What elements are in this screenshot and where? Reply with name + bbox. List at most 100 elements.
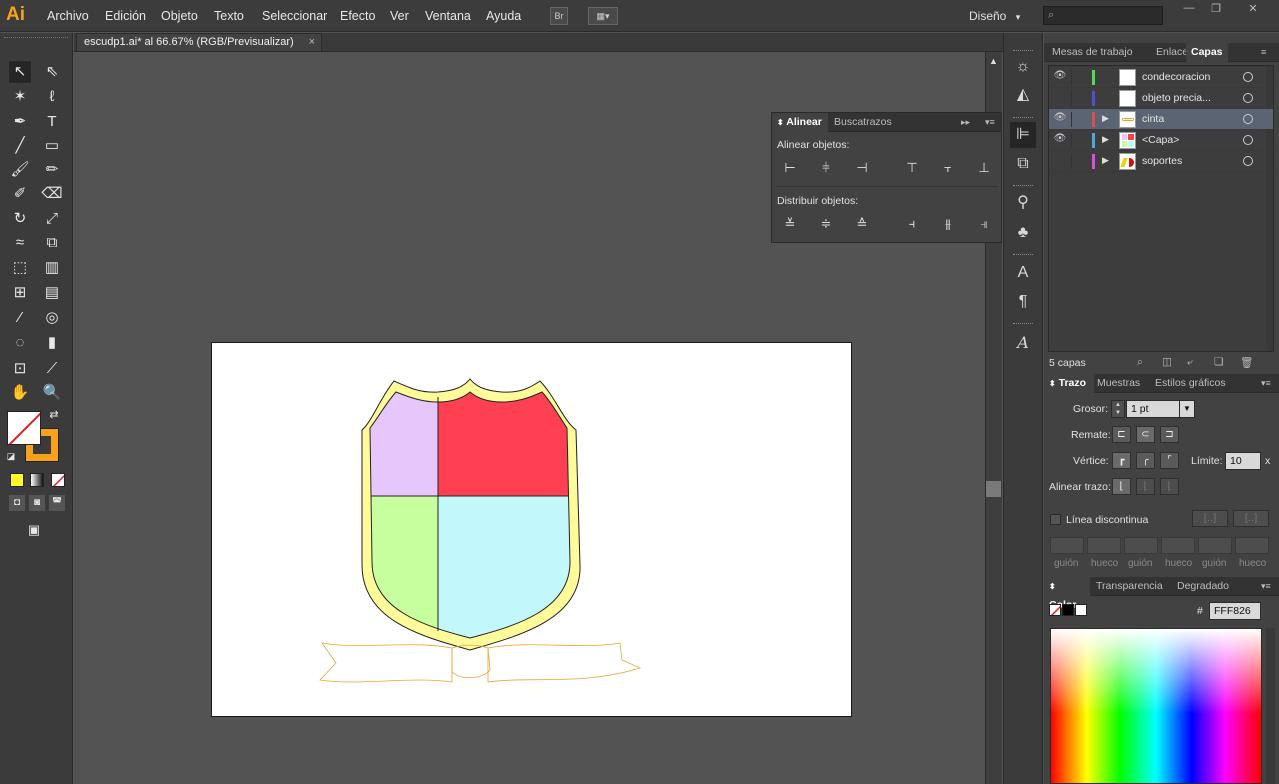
symbols-panel-icon[interactable]: ♣ bbox=[1010, 220, 1036, 246]
expand-triangle-icon[interactable]: ▶ bbox=[1102, 155, 1109, 166]
layer-row[interactable]: 👁 ▶ cinta bbox=[1049, 109, 1273, 130]
tab-mesas-de-trabajo[interactable]: Mesas de trabajo bbox=[1047, 43, 1138, 62]
lock-toggle[interactable] bbox=[1071, 70, 1085, 85]
dash-input[interactable] bbox=[1050, 537, 1084, 554]
dash-input[interactable] bbox=[1198, 537, 1232, 554]
appearance-panel-icon[interactable]: ☼ bbox=[1010, 54, 1036, 80]
color-spectrum[interactable] bbox=[1050, 628, 1262, 784]
align-left-icon[interactable]: ⊢ bbox=[780, 159, 800, 177]
tab-transparencia[interactable]: Transparencia bbox=[1091, 577, 1168, 596]
miter-join-icon[interactable]: ┏ bbox=[1112, 452, 1131, 469]
tab-color[interactable]: ⬍ Color bbox=[1044, 577, 1090, 611]
lock-toggle[interactable] bbox=[1071, 154, 1085, 169]
preserve-dash-icon[interactable]: [‥] bbox=[1192, 510, 1228, 527]
dash-label: guión bbox=[1128, 558, 1153, 569]
lock-toggle[interactable] bbox=[1071, 112, 1085, 127]
target-circle-icon[interactable] bbox=[1243, 114, 1253, 124]
distribute-horizontal-center-icon[interactable]: ⫵ bbox=[938, 215, 958, 233]
gap-input[interactable] bbox=[1087, 537, 1121, 554]
tab-capas[interactable]: Capas bbox=[1186, 43, 1228, 62]
target-circle-icon[interactable] bbox=[1243, 156, 1253, 166]
collapse-panel-icon[interactable]: ▸▸ bbox=[956, 113, 975, 132]
dash-input[interactable] bbox=[1124, 537, 1158, 554]
distribute-bottom-icon[interactable]: ≙ bbox=[852, 215, 872, 233]
tab-buscatrazos[interactable]: Buscatrazos bbox=[829, 113, 897, 132]
none-swatch[interactable] bbox=[1049, 604, 1061, 616]
hex-color-input[interactable]: FFF826 bbox=[1209, 602, 1261, 620]
make-clipping-mask-icon[interactable]: ◫ bbox=[1162, 356, 1172, 368]
weight-dropdown[interactable]: ▼ bbox=[1179, 400, 1195, 418]
white-swatch[interactable] bbox=[1075, 604, 1087, 616]
align-objects-label: Alinear objetos: bbox=[777, 139, 850, 151]
align-dash-icon[interactable]: [‥] bbox=[1233, 510, 1269, 527]
align-stroke-center-icon[interactable]: ⌊ bbox=[1112, 478, 1131, 495]
paragraph-panel-icon[interactable]: ¶ bbox=[1010, 289, 1036, 315]
panel-menu-icon[interactable]: ▾≡ bbox=[1256, 577, 1276, 596]
tab-muestras[interactable]: Muestras bbox=[1092, 374, 1145, 393]
butt-cap-icon[interactable]: ⊏ bbox=[1112, 426, 1131, 443]
expand-triangle-icon[interactable]: ▶ bbox=[1102, 113, 1109, 124]
layer-row[interactable]: ▶ soportes bbox=[1049, 151, 1273, 172]
panel-menu-icon[interactable]: ▾≡ bbox=[980, 113, 1000, 132]
black-swatch[interactable] bbox=[1062, 604, 1074, 616]
gap-input[interactable] bbox=[1161, 537, 1195, 554]
distribute-left-icon[interactable]: ⫞ bbox=[902, 215, 922, 233]
align-vertical-center-icon[interactable]: ⫟ bbox=[938, 159, 958, 177]
opentype-panel-icon[interactable]: A bbox=[1010, 330, 1036, 356]
target-circle-icon[interactable] bbox=[1243, 93, 1253, 103]
tab-alinear[interactable]: ⬍ Alinear bbox=[772, 113, 828, 132]
align-stroke-inside-icon[interactable]: ⌊ bbox=[1136, 478, 1155, 495]
align-top-icon[interactable]: ⊤ bbox=[902, 159, 922, 177]
pathfinder-panel-icon[interactable]: ⧉ bbox=[1010, 151, 1036, 177]
layer-color-bar bbox=[1092, 70, 1095, 85]
stroke-weight-input[interactable]: 1 pt bbox=[1126, 400, 1180, 418]
gap-label: hueco bbox=[1239, 558, 1267, 569]
align-stroke-outside-icon[interactable]: ⌊ bbox=[1160, 478, 1179, 495]
layer-color-bar bbox=[1092, 91, 1095, 106]
layer-row[interactable]: 👁 condecoracion bbox=[1049, 67, 1273, 88]
align-right-icon[interactable]: ⊣ bbox=[852, 159, 872, 177]
color-panel-scrollbar[interactable] bbox=[1266, 628, 1275, 784]
tab-estilos-graficos[interactable]: Estilos gráficos bbox=[1150, 374, 1231, 393]
expand-triangle-icon[interactable]: ▶ bbox=[1102, 134, 1109, 145]
miter-limit-input[interactable]: 10 bbox=[1225, 452, 1261, 470]
eye-icon[interactable]: 👁 bbox=[1053, 112, 1067, 123]
layer-row[interactable]: objeto precia... bbox=[1049, 88, 1273, 109]
tab-degradado[interactable]: Degradado bbox=[1172, 577, 1234, 596]
panel-menu-icon[interactable]: ▾≡ bbox=[1256, 374, 1276, 393]
target-circle-icon[interactable] bbox=[1243, 135, 1253, 145]
align-horizontal-center-icon[interactable]: ⫩ bbox=[816, 159, 836, 177]
eye-icon[interactable]: 👁 bbox=[1053, 133, 1067, 144]
layer-name: condecoracion bbox=[1142, 71, 1211, 83]
lock-toggle[interactable] bbox=[1071, 91, 1085, 106]
delete-layer-icon[interactable]: 🗑 bbox=[1240, 356, 1253, 369]
distribute-top-icon[interactable]: ≚ bbox=[780, 215, 800, 233]
dock-grip bbox=[1013, 323, 1033, 326]
layer-row[interactable]: 👁 ▶ <Capa> bbox=[1049, 130, 1273, 151]
locate-object-icon[interactable]: ⌕ bbox=[1137, 356, 1143, 369]
eye-icon[interactable]: 👁 bbox=[1053, 70, 1067, 81]
round-join-icon[interactable]: ╭ bbox=[1136, 452, 1155, 469]
bevel-join-icon[interactable]: ⌜ bbox=[1160, 452, 1179, 469]
projecting-cap-icon[interactable]: ⊐ bbox=[1160, 426, 1179, 443]
tab-trazo[interactable]: ⬍ Trazo bbox=[1044, 374, 1094, 393]
align-bottom-icon[interactable]: ⊥ bbox=[974, 159, 994, 177]
lock-toggle[interactable] bbox=[1071, 133, 1085, 148]
panel-menu-icon[interactable]: ≡ bbox=[1256, 43, 1271, 62]
scroll-up-icon[interactable]: ▲ bbox=[989, 56, 998, 66]
dashed-line-checkbox[interactable] bbox=[1050, 514, 1061, 525]
round-cap-icon[interactable]: ⊂ bbox=[1136, 426, 1155, 443]
new-sublayer-icon[interactable]: ⤶ bbox=[1187, 356, 1193, 369]
gap-input[interactable] bbox=[1235, 537, 1269, 554]
target-circle-icon[interactable] bbox=[1243, 72, 1253, 82]
graphic-styles-panel-icon[interactable]: ◭ bbox=[1010, 82, 1036, 108]
brushes-panel-icon[interactable]: ⚲ bbox=[1010, 190, 1036, 216]
weight-stepper[interactable]: ▲ ▼ bbox=[1111, 400, 1125, 418]
layer-thumbnail bbox=[1119, 132, 1136, 149]
scrollbar-thumb[interactable] bbox=[986, 481, 1001, 497]
distribute-vertical-center-icon[interactable]: ≑ bbox=[816, 215, 836, 233]
new-layer-icon[interactable]: ❏ bbox=[1214, 356, 1223, 368]
align-panel-icon[interactable]: ⊫ bbox=[1010, 122, 1036, 148]
distribute-right-icon[interactable]: ⫣ bbox=[974, 215, 994, 233]
character-panel-icon[interactable]: A bbox=[1010, 260, 1036, 286]
